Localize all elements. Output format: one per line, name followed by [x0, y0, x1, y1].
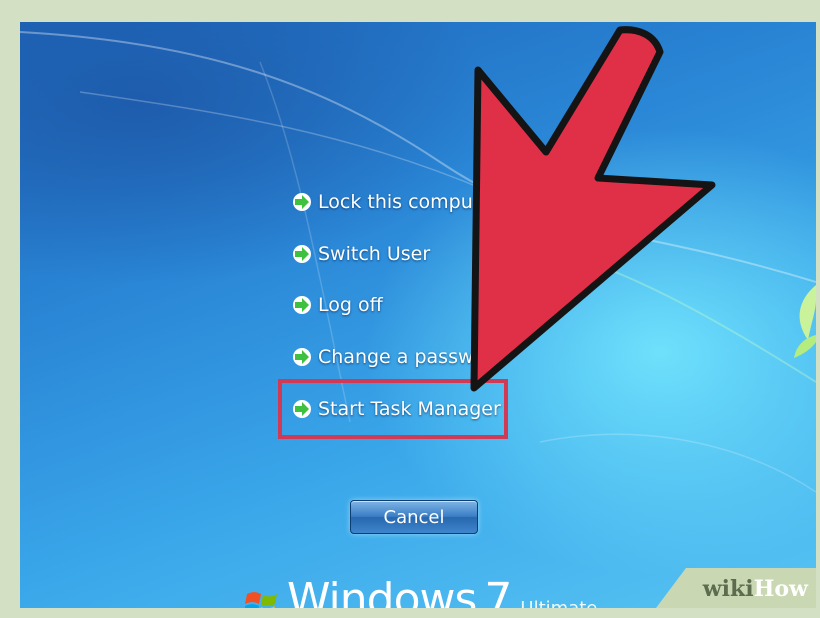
red-pointer-arrow: [470, 26, 716, 392]
image-frame: Lock this compu Switch User Log off Chan…: [0, 0, 820, 618]
